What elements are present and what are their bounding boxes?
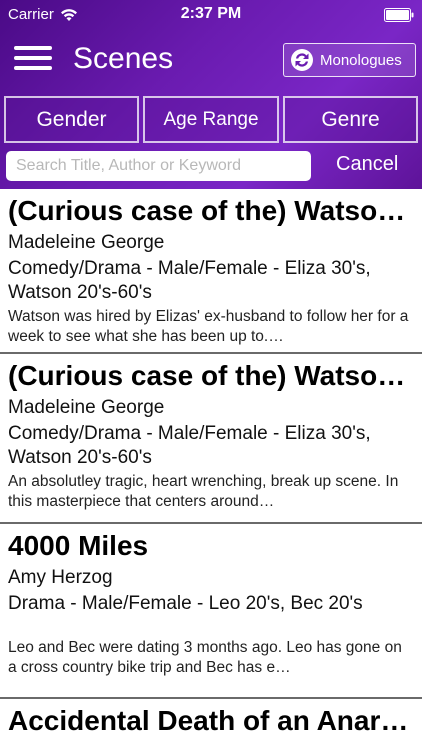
scene-description: Leo and Bec were dating 3 months ago. Le… bbox=[8, 639, 402, 676]
list-item[interactable]: (Curious case of the) Watson Intelligenc… bbox=[0, 189, 422, 354]
list-item[interactable]: 4000 Miles Amy Herzog Drama - Male/Femal… bbox=[0, 524, 422, 699]
monologues-label: Monologues bbox=[320, 51, 402, 69]
swap-icon bbox=[291, 49, 313, 71]
age-range-filter-button[interactable]: Age Range bbox=[143, 96, 279, 143]
search-input[interactable] bbox=[6, 151, 311, 181]
scene-meta: Drama - Male/Female - Leo 20's, Bec 20's bbox=[8, 593, 363, 614]
hamburger-menu-icon[interactable] bbox=[14, 46, 52, 74]
page-title: Scenes bbox=[73, 42, 174, 75]
scene-title: (Curious case of the) Watson Intelligenc… bbox=[8, 195, 414, 226]
nav-bar: Scenes Monologues bbox=[0, 30, 422, 90]
cancel-button[interactable]: Cancel bbox=[336, 153, 398, 176]
scene-author: Amy Herzog bbox=[8, 567, 113, 588]
scene-meta: Comedy/Drama - Male/Female - Eliza 30's,… bbox=[8, 423, 371, 468]
search-row: Cancel bbox=[0, 150, 422, 182]
scene-title: 4000 Miles bbox=[8, 530, 149, 561]
list-item[interactable]: Accidental Death of an Anarchist bbox=[0, 699, 422, 750]
gender-filter-button[interactable]: Gender bbox=[4, 96, 139, 143]
status-time: 2:37 PM bbox=[180, 5, 242, 22]
scene-author: Madeleine George bbox=[8, 397, 165, 418]
list-item[interactable]: (Curious case of the) Watson Intelligenc… bbox=[0, 354, 422, 524]
scene-author: Madeleine George bbox=[8, 232, 165, 253]
scene-description: Watson was hired by Elizas' ex-husband t… bbox=[8, 308, 409, 345]
battery-icon bbox=[384, 8, 414, 22]
app-header: Carrier 2:37 PM Scenes Monologues Gender… bbox=[0, 0, 422, 189]
genre-filter-button[interactable]: Genre bbox=[283, 96, 418, 143]
filter-row: Gender Age Range Genre bbox=[0, 96, 422, 144]
scene-title: Accidental Death of an Anarchist bbox=[8, 705, 414, 736]
status-bar: Carrier 2:37 PM bbox=[0, 0, 422, 30]
scene-list: (Curious case of the) Watson Intelligenc… bbox=[0, 189, 422, 750]
monologues-button[interactable]: Monologues bbox=[283, 43, 416, 77]
scene-meta: Comedy/Drama - Male/Female - Eliza 30's,… bbox=[8, 258, 371, 303]
scene-description: An absolutley tragic, heart wrenching, b… bbox=[8, 473, 399, 510]
scene-title: (Curious case of the) Watson Intelligenc… bbox=[8, 360, 414, 391]
